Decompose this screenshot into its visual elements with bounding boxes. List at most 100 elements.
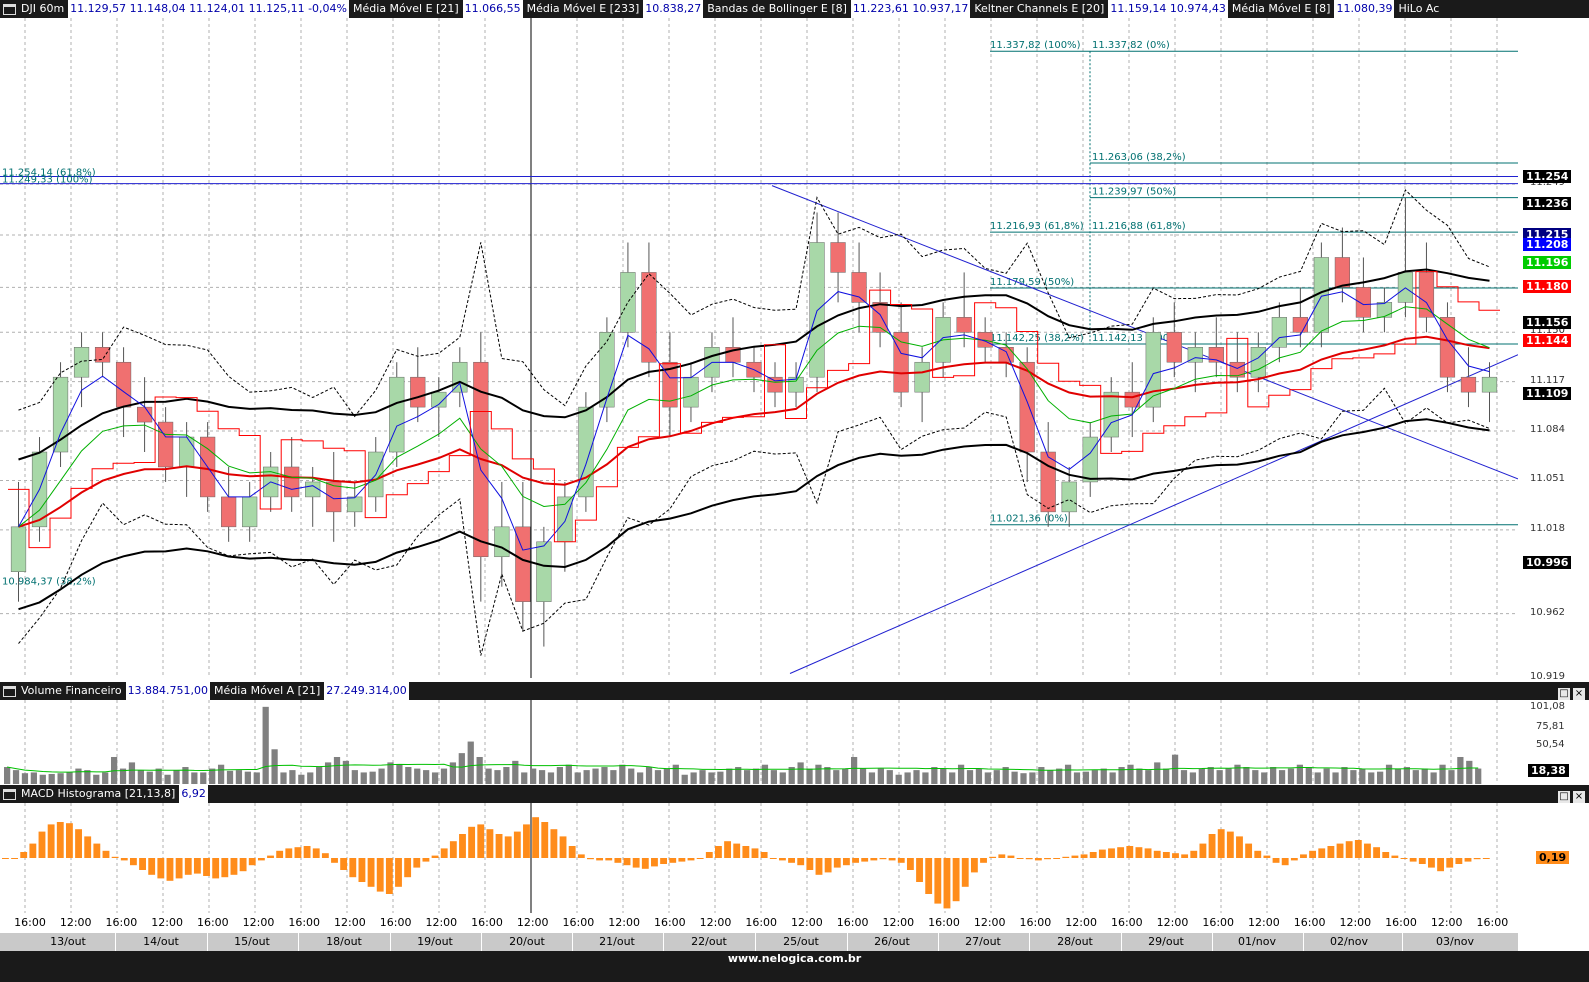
candle-up [494, 526, 510, 558]
macd-bar [751, 848, 759, 858]
volume-bar [868, 772, 876, 784]
ema233-label[interactable]: Média Móvel E [233] [527, 0, 640, 18]
close-icon[interactable]: × [1573, 791, 1585, 803]
volume-bar [833, 770, 840, 784]
candle-up [536, 541, 552, 602]
macd-bar [989, 856, 997, 858]
macd-bar [349, 858, 357, 878]
volume-bar [1439, 764, 1446, 784]
macd-bar [139, 858, 146, 870]
close-icon[interactable]: × [1573, 688, 1585, 700]
fibonacci-label: 11.216,88 (61,8%) [1092, 221, 1186, 232]
candle-up [10, 526, 27, 572]
hour-label: 16:00 [14, 916, 46, 929]
day-label: 22/out [691, 935, 727, 948]
day-separator [481, 933, 482, 951]
fibonacci-label: 11.142,25 (38,2%) [990, 333, 1084, 344]
time-axis-hours[interactable]: 16:00 12:00 16:00 12:00 16:00 12:00 16:00 12:00… [0, 913, 1518, 933]
candle-up [452, 361, 468, 393]
macd-bar [1300, 854, 1307, 858]
ema8-label[interactable]: Média Móvel E [8] [1232, 0, 1331, 18]
macd-bar [1327, 846, 1335, 858]
volume-panel[interactable] [0, 700, 1518, 784]
macd-bar [632, 858, 640, 868]
macd-bar [1290, 858, 1298, 861]
price-chart[interactable]: 11.337,82 (100%) 11.337,82 (0%) 11.263,06 … [0, 18, 1518, 678]
ema21-label[interactable]: Média Móvel E [21] [353, 0, 459, 18]
hour-label: 12:00 [59, 916, 92, 929]
maximize-icon[interactable]: □ [1558, 688, 1570, 700]
volume-last-tag: 18,38 [1528, 764, 1569, 777]
volume-bar [1341, 767, 1348, 784]
volume-bar [1145, 770, 1152, 784]
macd-bar [449, 841, 457, 858]
macd-bar [367, 858, 375, 887]
volume-bar [1064, 764, 1072, 784]
macd-bar [943, 858, 951, 909]
day-label: 27/out [965, 935, 1001, 948]
price-panel[interactable]: 11.337,82 (100%) 11.337,82 (0%) 11.263,06 … [0, 18, 1518, 678]
macd-bar [605, 858, 613, 861]
macd-bar [1418, 858, 1426, 864]
macd-bar [385, 858, 393, 894]
macd-scale[interactable]: 0,19 [1518, 803, 1589, 913]
hour-label: 12:00 [1430, 916, 1463, 929]
maximize-icon[interactable]: □ [1558, 791, 1570, 803]
volume-bar [4, 767, 11, 784]
macd-bar [596, 858, 604, 861]
macd-panel[interactable] [0, 803, 1518, 913]
macd-bar [998, 854, 1006, 858]
hour-label: 16:00 [1476, 916, 1509, 929]
footer-url[interactable]: www.nelogica.com.br [0, 952, 1589, 965]
day-separator [1029, 933, 1030, 951]
panel-icon[interactable] [3, 3, 16, 15]
macd-bar [760, 852, 768, 858]
volume-bar [770, 770, 777, 784]
price-tag: 11.180 [1523, 280, 1572, 294]
candle-down [221, 496, 237, 528]
ema21-value: 11.066,55 [462, 0, 523, 18]
volume-label[interactable]: Volume Financeiro [21, 682, 122, 700]
panel-icon[interactable] [3, 685, 16, 697]
price-scale[interactable]: 11.24911.11711.08411.05111.01810.96210.9… [1518, 18, 1589, 682]
macd-bar [980, 858, 987, 863]
volume-bar [681, 774, 688, 784]
volume-bar [369, 771, 376, 784]
candle-down [1166, 332, 1182, 363]
candle-down [830, 242, 846, 273]
macd-label[interactable]: MACD Histograma [21,13,8] [21, 785, 175, 803]
time-axis-days[interactable]: 13/out 14/out 15/out 18/out 19/out 20/out 21/o… [0, 933, 1518, 951]
macd-bar [879, 858, 887, 860]
candle-down [1040, 451, 1056, 513]
macd-chart[interactable] [0, 803, 1518, 913]
macd-bar [1464, 858, 1472, 862]
ema8-value: 11.080,39 [1334, 0, 1395, 18]
macd-bar [769, 858, 777, 859]
candle-down [851, 272, 867, 303]
volume-scale[interactable]: 101,08 75,81 50,54 18,38 [1518, 700, 1589, 784]
hour-label: 12:00 [1248, 916, 1280, 929]
volume-ma-label[interactable]: Média Móvel A [21] [214, 682, 320, 700]
macd-bar [75, 829, 82, 858]
hour-label: 16:00 [1019, 916, 1052, 929]
volume-bar [895, 774, 902, 784]
macd-bar [1254, 850, 1262, 858]
macd-bar [1364, 843, 1371, 858]
macd-bar [20, 852, 28, 858]
volume-chart[interactable] [0, 700, 1518, 784]
bollinger-label[interactable]: Bandas de Bollinger E [8] [707, 0, 847, 18]
macd-bar [961, 858, 969, 887]
volume-bar [467, 741, 474, 784]
keltner-label[interactable]: Keltner Channels E [20] [974, 0, 1104, 18]
hilo-label[interactable]: HiLo Ac [1398, 0, 1439, 18]
macd-bar [440, 848, 448, 858]
macd-bar [184, 858, 192, 875]
volume-bar [628, 768, 635, 784]
macd-bar [495, 834, 503, 858]
macd-bar [1016, 858, 1024, 859]
fibonacci-label: 11.216,93 (61,8%) [990, 221, 1084, 232]
macd-bar [1208, 834, 1216, 858]
hour-label: 16:00 [928, 916, 960, 929]
panel-icon[interactable] [3, 788, 16, 800]
macd-bar [870, 858, 878, 861]
